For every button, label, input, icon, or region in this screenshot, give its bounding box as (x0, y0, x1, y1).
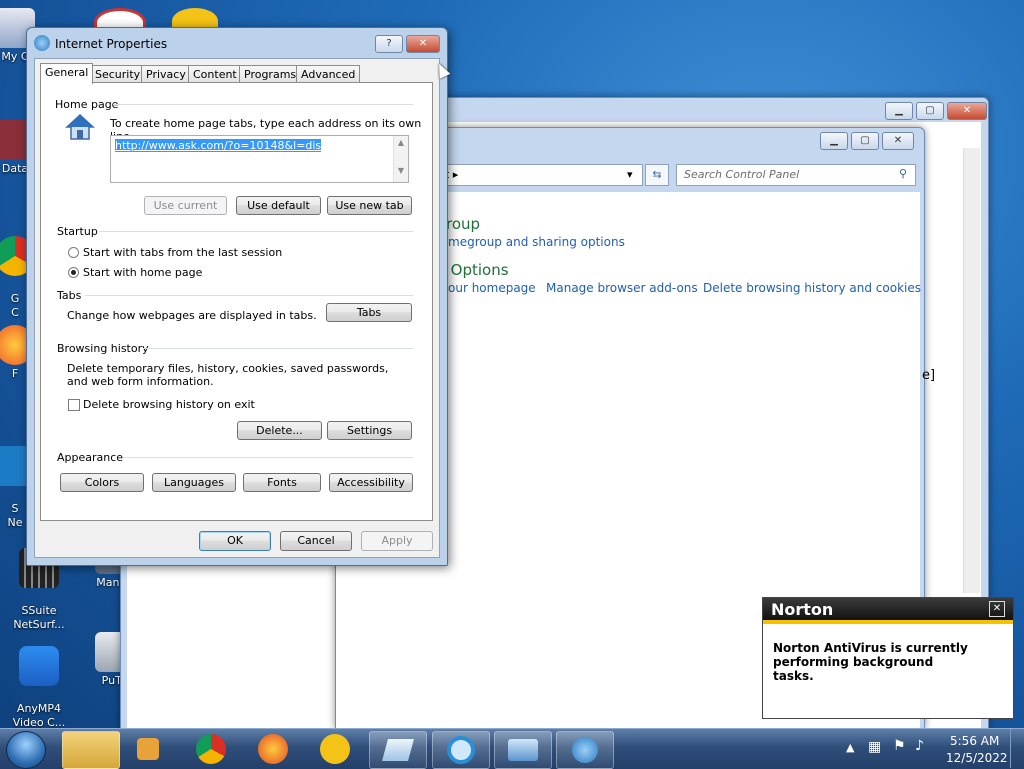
norton-notification: Norton ✕ Norton AntiVirus is currently p… (762, 597, 1014, 719)
close-button[interactable]: ✕ (406, 35, 440, 53)
fonts-button[interactable]: Fonts (243, 473, 321, 492)
internet-properties-dialog: Internet Properties ? ✕ General Security… (26, 27, 448, 566)
desktop-icon-label: G C (10, 292, 20, 319)
accessibility-button[interactable]: Accessibility (329, 473, 413, 492)
maximize-button[interactable]: ▢ (916, 102, 944, 120)
control-panel-icon[interactable] (494, 731, 552, 769)
tabs-button[interactable]: Tabs (326, 303, 412, 322)
desktop-icon-anymp4[interactable]: AnyMP4 Video C... (2, 632, 76, 730)
group-tabs: Tabs (57, 289, 82, 302)
link-delete-history[interactable]: Delete browsing history and cookies (703, 281, 921, 295)
browsing-history-description: Delete temporary files, history, cookies… (67, 362, 389, 388)
link-manage-addons[interactable]: Manage browser add-ons (546, 281, 698, 295)
ie-options-icon (34, 35, 50, 51)
minimize-button[interactable]: ▁ (820, 132, 848, 150)
start-button[interactable] (6, 731, 46, 769)
category-heading-internet-options[interactable]: t Options (440, 261, 509, 279)
notepad-icon[interactable] (369, 731, 427, 769)
tab-page-general: Home page To create home page tabs, type… (40, 82, 433, 521)
internet-explorer-icon[interactable] (432, 731, 490, 769)
close-button[interactable]: ✕ (947, 102, 987, 120)
use-default-button[interactable]: Use default (236, 196, 321, 215)
folder-icon[interactable] (62, 731, 120, 769)
ok-button[interactable]: OK (199, 531, 271, 551)
tab-content[interactable]: Content (188, 65, 242, 83)
desktop-icon-label: Data (1, 162, 29, 175)
refresh-button[interactable]: ⇆ (645, 164, 669, 186)
group-browsing-history: Browsing history (57, 342, 149, 355)
category-heading-homegroup[interactable]: roup (446, 215, 480, 233)
norton-accent (763, 620, 1013, 624)
anymp4-icon (19, 646, 59, 686)
divider (99, 231, 413, 232)
desktop-icon-label: AnyMP4 Video C... (12, 702, 66, 729)
norton-logo: Norton (771, 600, 834, 619)
settings-button[interactable]: Settings (327, 421, 412, 440)
divider (85, 295, 413, 296)
delete-on-exit-checkbox[interactable] (68, 399, 80, 411)
action-center-icon[interactable]: ⚑ (893, 738, 906, 754)
media-player-icon[interactable] (120, 731, 176, 767)
tabs-description: Change how webpages are displayed in tab… (67, 309, 317, 322)
languages-button[interactable]: Languages (152, 473, 236, 492)
link-homegroup-sharing[interactable]: megroup and sharing options (448, 235, 625, 249)
group-appearance: Appearance (57, 451, 124, 464)
desktop-icon-label: My C (1, 50, 29, 63)
search-icon[interactable]: ⚲ (899, 167, 907, 180)
use-new-tab-button[interactable]: Use new tab (327, 196, 412, 215)
home-page-url-textarea[interactable]: http://www.ask.com/?o=10148&l=dis ▲ ▼ (110, 135, 409, 183)
help-button[interactable]: ? (375, 35, 403, 53)
internet-options-icon[interactable] (556, 731, 614, 769)
network-icon[interactable]: ▦ (868, 739, 881, 755)
radio-start-last-session[interactable] (68, 247, 79, 258)
minimize-button[interactable]: ▁ (885, 102, 913, 120)
firefox-icon[interactable] (245, 731, 301, 767)
tab-security[interactable]: Security (90, 65, 146, 83)
group-home-page: Home page (55, 98, 119, 111)
link-change-homepage[interactable]: our homepage (448, 281, 536, 295)
dialog-title: Internet Properties (55, 37, 168, 51)
desktop-icon-label: SSuite NetSurf... (13, 604, 65, 631)
search-input[interactable]: Search Control Panel ⚲ (676, 164, 916, 186)
divider (123, 457, 413, 458)
search-placeholder: Search Control Panel (684, 168, 800, 181)
volume-icon[interactable]: ♪ (915, 738, 924, 754)
stethoscope-icon[interactable] (307, 731, 363, 767)
norton-message: Norton AntiVirus is currently performing… (773, 641, 968, 683)
partial-text: e] (922, 368, 936, 383)
group-startup: Startup (57, 225, 98, 238)
desktop-icon-label: S Ne (7, 502, 23, 529)
tab-advanced[interactable]: Advanced (296, 65, 361, 83)
apply-button[interactable]: Apply (361, 531, 433, 551)
chevron-down-icon[interactable]: ▾ (627, 168, 633, 181)
tab-privacy[interactable]: Privacy (141, 65, 191, 83)
maximize-button[interactable]: ▢ (851, 132, 879, 150)
show-desktop-button[interactable] (1010, 729, 1024, 768)
show-hidden-icons[interactable]: ▲ (846, 741, 854, 754)
address-bar[interactable]: t ▸ ▾ (436, 164, 643, 186)
tab-general[interactable]: General (40, 63, 94, 84)
close-button[interactable]: ✕ (989, 601, 1005, 617)
delete-button[interactable]: Delete... (237, 421, 322, 440)
textarea-scrollbar[interactable]: ▲ ▼ (393, 136, 408, 182)
colors-button[interactable]: Colors (60, 473, 144, 492)
home-icon (65, 113, 95, 141)
checkbox-label[interactable]: Delete browsing history on exit (83, 398, 255, 411)
scrollbar[interactable] (963, 148, 980, 593)
clock-time[interactable]: 5:56 AM (950, 734, 999, 748)
home-page-url[interactable]: http://www.ask.com/?o=10148&l=dis (115, 139, 322, 152)
taskbar: ▲ ▦ ⚑ ♪ 5:56 AM 12/5/2022 (0, 728, 1024, 769)
radio-label[interactable]: Start with home page (83, 266, 202, 279)
use-current-button[interactable]: Use current (144, 196, 227, 215)
desktop-icon-label: F (11, 367, 19, 380)
tab-programs[interactable]: Programs (239, 65, 302, 83)
radio-start-home-page[interactable] (68, 267, 79, 278)
close-button[interactable]: ✕ (882, 132, 914, 150)
chrome-icon[interactable] (183, 731, 239, 767)
divider (143, 348, 413, 349)
cancel-button[interactable]: Cancel (280, 531, 352, 551)
divider (113, 104, 413, 105)
radio-label[interactable]: Start with tabs from the last session (83, 246, 282, 259)
clock-date[interactable]: 12/5/2022 (946, 751, 1008, 765)
